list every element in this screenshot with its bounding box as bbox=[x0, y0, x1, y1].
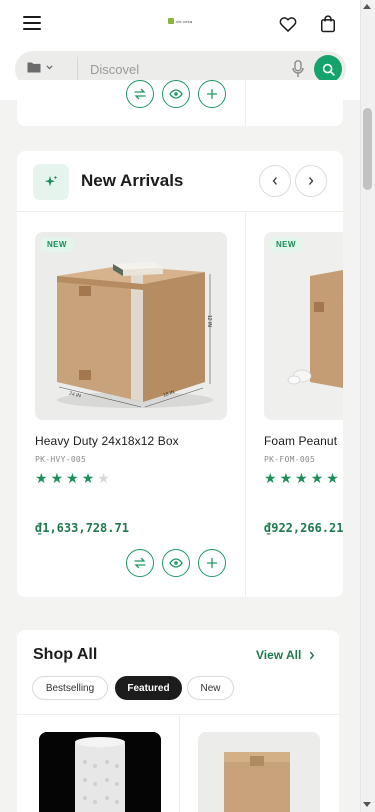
star-icon: ★ bbox=[279, 470, 293, 486]
scroll-down-arrow-icon[interactable] bbox=[363, 802, 371, 807]
chevron-down-icon bbox=[46, 64, 53, 69]
shop-all-section: Shop All View All Bestselling Featured N… bbox=[17, 630, 339, 812]
search-input[interactable] bbox=[90, 59, 280, 79]
add-to-cart-button[interactable] bbox=[198, 80, 226, 108]
add-to-cart-button[interactable] bbox=[198, 549, 226, 577]
view-all-label: View All bbox=[256, 648, 302, 662]
carousel-prev-button[interactable] bbox=[259, 165, 291, 197]
product-image[interactable] bbox=[198, 732, 320, 812]
product-image[interactable] bbox=[264, 232, 343, 420]
new-badge: NEW bbox=[270, 237, 302, 252]
product-sku: PK-HVY-005 bbox=[35, 455, 87, 464]
rating-stars: ★ ★ ★ ★ ★ bbox=[35, 471, 110, 485]
tab-bestselling[interactable]: Bestselling bbox=[32, 676, 108, 700]
hamburger-icon[interactable] bbox=[23, 16, 41, 30]
tab-new[interactable]: New bbox=[187, 676, 234, 700]
section-title: New Arrivals bbox=[81, 171, 184, 190]
dimension-label-height: 12 IN bbox=[205, 315, 212, 327]
column-divider bbox=[245, 212, 246, 597]
brand-logo[interactable]: vie.veka bbox=[168, 18, 192, 24]
sparkle-icon bbox=[33, 164, 69, 200]
chevron-left-icon bbox=[272, 177, 277, 185]
search-divider bbox=[77, 57, 78, 81]
eye-icon bbox=[169, 89, 183, 99]
star-icon: ★ bbox=[310, 470, 324, 486]
eye-icon bbox=[169, 558, 183, 568]
search-submit-button[interactable] bbox=[314, 55, 342, 83]
product-image[interactable]: 24 IN 18 IN 12 IN bbox=[35, 232, 227, 420]
section-divider bbox=[17, 714, 339, 715]
star-icon: ★ bbox=[35, 470, 48, 486]
heart-icon[interactable] bbox=[278, 14, 298, 34]
new-arrivals-section: New Arrivals 24 IN 18 IN 12 IN NEW Heavy… bbox=[17, 151, 343, 597]
section-divider bbox=[17, 211, 343, 212]
product-name[interactable]: Heavy Duty 24x18x12 Box bbox=[35, 434, 179, 448]
product-price: ₫922,266.21 bbox=[264, 521, 343, 535]
rating-stars: ★ ★ ★ ★ ★ bbox=[264, 471, 339, 485]
new-badge: NEW bbox=[41, 237, 73, 252]
chevron-right-icon bbox=[310, 651, 315, 659]
star-icon: ★ bbox=[50, 470, 64, 486]
star-empty-icon: ★ bbox=[97, 470, 110, 486]
previous-product-section bbox=[17, 80, 343, 126]
scrollbar-thumb[interactable] bbox=[363, 108, 372, 190]
plus-icon bbox=[206, 557, 218, 569]
star-icon: ★ bbox=[295, 470, 308, 486]
chevron-right-icon bbox=[309, 177, 314, 185]
tab-featured[interactable]: Featured bbox=[115, 676, 182, 700]
star-icon: ★ bbox=[264, 470, 277, 486]
column-divider bbox=[245, 80, 246, 126]
search-icon bbox=[322, 63, 335, 76]
compare-icon bbox=[134, 88, 146, 100]
star-icon: ★ bbox=[66, 470, 79, 486]
section-title: Shop All bbox=[33, 646, 98, 663]
carousel-next-button[interactable] bbox=[295, 165, 327, 197]
view-all-link[interactable]: View All bbox=[256, 648, 315, 662]
shopping-bag-icon[interactable] bbox=[318, 14, 338, 34]
plus-icon bbox=[206, 88, 218, 100]
quick-view-button[interactable] bbox=[162, 549, 190, 577]
star-icon: ★ bbox=[326, 470, 339, 486]
logo-mark bbox=[168, 18, 174, 24]
compare-icon bbox=[134, 557, 146, 569]
compare-button[interactable] bbox=[126, 80, 154, 108]
product-sku: PK-FOM-005 bbox=[264, 455, 316, 464]
star-icon: ★ bbox=[81, 470, 95, 486]
quick-view-button[interactable] bbox=[162, 80, 190, 108]
scroll-up-arrow-icon[interactable] bbox=[363, 4, 371, 9]
logo-text: vie.veka bbox=[176, 18, 193, 24]
product-price: ₫1,633,728.71 bbox=[35, 521, 129, 535]
folder-icon bbox=[27, 62, 41, 73]
column-divider bbox=[179, 715, 180, 812]
product-image[interactable] bbox=[39, 732, 161, 812]
category-dropdown[interactable] bbox=[27, 61, 53, 73]
compare-button[interactable] bbox=[126, 549, 154, 577]
product-name[interactable]: Foam Peanut bbox=[264, 434, 337, 448]
